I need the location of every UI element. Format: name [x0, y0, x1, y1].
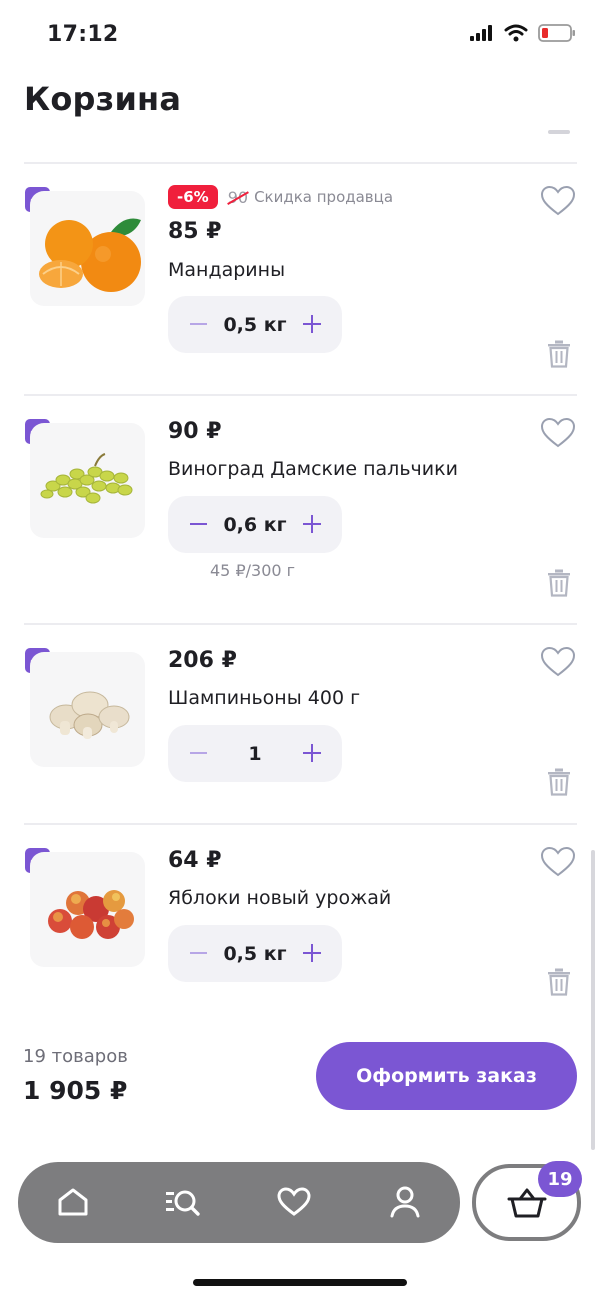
item-name[interactable]: Шампиньоны 400 г — [168, 687, 360, 709]
profile-icon — [390, 1186, 420, 1218]
item-name[interactable]: Яблоки новый урожай — [168, 887, 391, 909]
item-price: 90 ₽ — [168, 419, 222, 444]
mushrooms-image[interactable] — [30, 652, 145, 767]
cart-item-mushrooms: 206 ₽ Шампиньоны 400 г 1 — [0, 626, 600, 826]
item-price: 85 ₽ — [168, 219, 222, 244]
nav-home[interactable] — [53, 1182, 93, 1222]
cart-item-tangerines: -6% 90 Скидка продавца 85 ₽ Мандарины 0,… — [0, 165, 600, 368]
divider — [24, 623, 577, 625]
increase-button[interactable] — [302, 314, 322, 334]
wifi-icon — [504, 24, 528, 42]
divider — [24, 162, 577, 164]
item-name[interactable]: Мандарины — [168, 259, 285, 281]
quantity-stepper: 0,5 кг — [168, 925, 342, 982]
seller-discount-note: Скидка продавца — [254, 188, 394, 206]
checkout-button[interactable]: Оформить заказ — [316, 1042, 577, 1110]
divider — [24, 823, 577, 825]
quantity-stepper: 0,6 кг — [168, 496, 342, 553]
scrollbar[interactable] — [591, 850, 595, 1150]
home-icon — [58, 1188, 88, 1216]
status-time: 17:12 — [47, 22, 119, 47]
bottom-nav — [18, 1162, 460, 1243]
nav-catalog[interactable] — [163, 1182, 203, 1222]
quantity-stepper: 1 — [168, 725, 342, 782]
divider — [24, 394, 577, 396]
increase-button[interactable] — [302, 943, 322, 963]
increase-button[interactable] — [302, 514, 322, 534]
status-icons — [470, 24, 576, 42]
signal-icon — [470, 25, 492, 41]
old-price: 90 — [227, 187, 249, 207]
battery-icon — [538, 24, 575, 42]
decrease-button[interactable] — [188, 314, 208, 334]
item-price: 206 ₽ — [168, 648, 237, 673]
unit-price: 45 ₽/300 г — [210, 561, 296, 580]
favorite-heart-icon[interactable] — [540, 646, 576, 678]
discount-row: -6% 90 Скидка продавца — [168, 185, 393, 209]
items-count: 19 товаров — [23, 1046, 128, 1067]
page-title: Корзина — [24, 80, 182, 118]
tangerines-image[interactable] — [30, 191, 145, 306]
favorite-heart-icon[interactable] — [540, 846, 576, 878]
quantity-stepper: 0,5 кг — [168, 296, 342, 353]
item-name[interactable]: Виноград Дамские пальчики — [168, 458, 458, 480]
nav-profile[interactable] — [385, 1182, 425, 1222]
cart-item-apples: 64 ₽ Яблоки новый урожай 0,5 кг — [0, 826, 600, 1026]
favorite-heart-icon[interactable] — [540, 417, 576, 449]
trash-icon[interactable] — [547, 569, 571, 597]
apples-image[interactable] — [30, 852, 145, 967]
previous-item-hint — [548, 130, 570, 134]
nav-favorites[interactable] — [274, 1182, 314, 1222]
item-price: 64 ₽ — [168, 848, 222, 873]
favorite-heart-icon[interactable] — [540, 185, 576, 217]
decrease-button[interactable] — [188, 943, 208, 963]
grapes-image[interactable] — [30, 423, 145, 538]
trash-icon[interactable] — [547, 968, 571, 996]
basket-icon — [507, 1188, 546, 1217]
catalog-search-icon — [166, 1190, 200, 1216]
home-indicator[interactable] — [193, 1279, 407, 1286]
status-bar: 17:12 — [0, 0, 600, 72]
discount-badge: -6% — [168, 185, 218, 209]
quantity-value: 0,6 кг — [223, 513, 287, 536]
quantity-value: 0,5 кг — [223, 942, 287, 965]
decrease-button[interactable] — [188, 743, 208, 763]
quantity-value: 1 — [248, 742, 262, 765]
trash-icon[interactable] — [547, 340, 571, 368]
decrease-button[interactable] — [188, 514, 208, 534]
cart-count-badge: 19 — [538, 1161, 582, 1197]
favorites-icon — [277, 1187, 311, 1216]
quantity-value: 0,5 кг — [223, 313, 287, 336]
increase-button[interactable] — [302, 743, 322, 763]
cart-item-grapes: 90 ₽ Виноград Дамские пальчики 0,6 кг 45… — [0, 397, 600, 597]
order-total: 1 905 ₽ — [23, 1076, 128, 1105]
trash-icon[interactable] — [547, 768, 571, 796]
